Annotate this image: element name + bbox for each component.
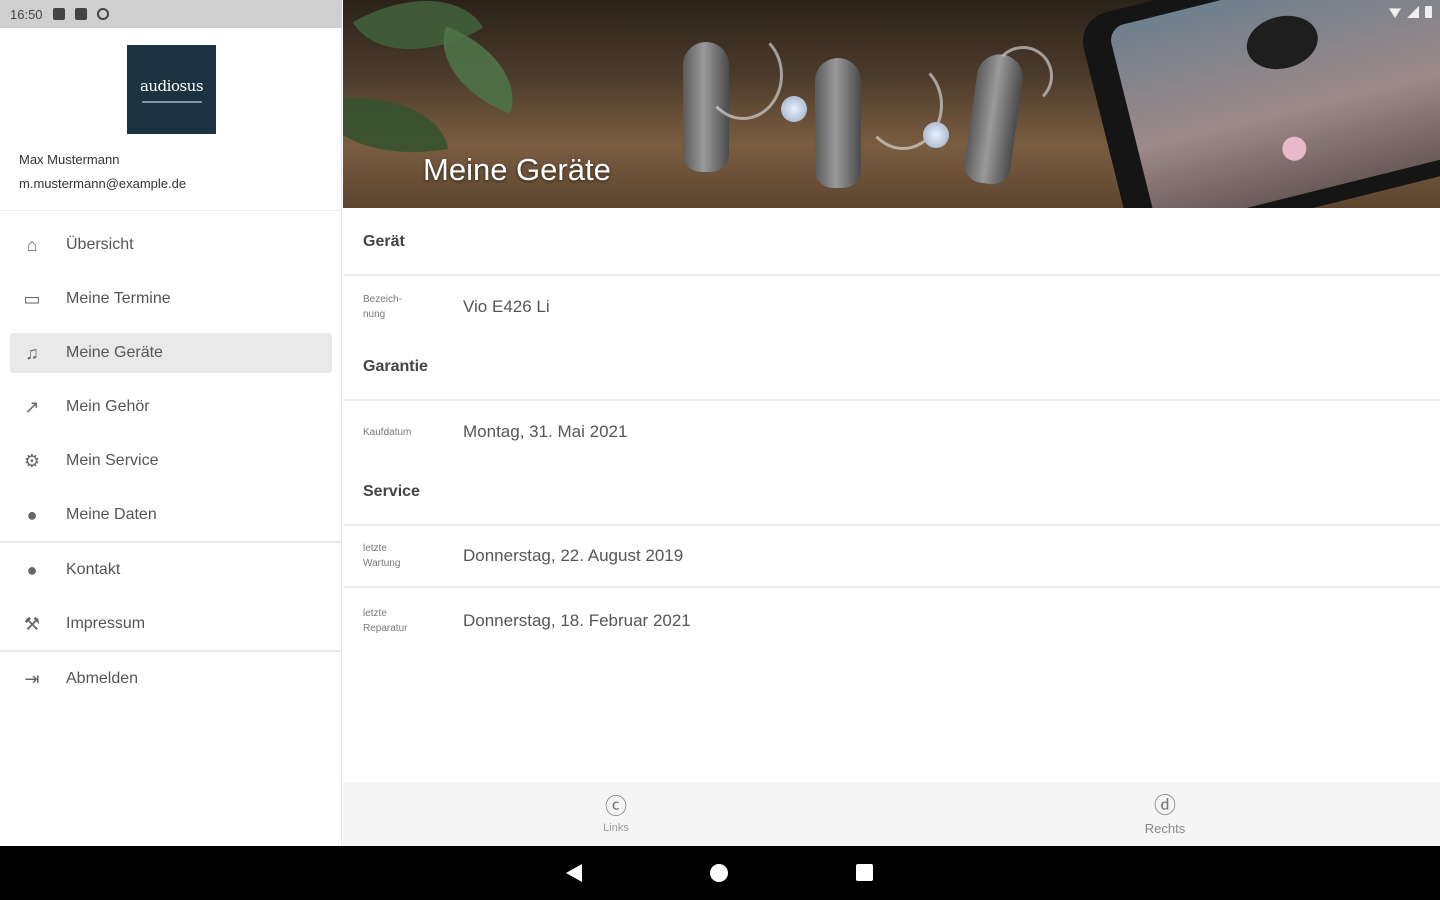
sidebar-item-label: Kontakt xyxy=(66,561,121,578)
calendar-icon: ▭ xyxy=(23,288,41,309)
tab-rechts[interactable]: ⓓ Rechts xyxy=(1085,782,1245,846)
sidebar-item-impressum[interactable]: ⚒ Impressum xyxy=(10,604,332,644)
gears-icon: ⚙ xyxy=(23,450,41,471)
brand-logo-text: audiosus xyxy=(139,76,204,95)
detail-label: letzte Reparatur xyxy=(363,608,408,634)
bottom-tab-bar: ⓒ Links ⓓ Rechts xyxy=(343,782,1440,846)
system-navigation-bar xyxy=(0,846,1440,900)
smartphone-image xyxy=(1076,0,1440,208)
sidebar-item-gehoer[interactable]: ↗ Mein Gehör xyxy=(10,387,332,427)
notification-icon xyxy=(52,8,65,20)
tab-links[interactable]: ⓒ Links xyxy=(536,782,696,846)
sidebar-item-uebersicht[interactable]: ⌂ Übersicht xyxy=(10,225,332,265)
sidebar-item-service[interactable]: ⚙ Mein Service xyxy=(10,441,332,481)
recent-apps-icon[interactable] xyxy=(856,864,873,881)
divider xyxy=(0,210,342,211)
hammer-icon: ⚒ xyxy=(23,613,41,634)
sidebar-item-geraete[interactable]: ♫ Meine Geräte xyxy=(10,333,332,373)
detail-row-letzte-wartung: letzte Wartung Donnerstag, 22. August 20… xyxy=(343,526,1440,588)
detail-value: Vio E426 Li xyxy=(463,297,550,316)
sidebar-item-label: Mein Service xyxy=(66,452,159,469)
hearing-aid-icon: ♫ xyxy=(25,342,39,363)
section-header-geraet: Gerät xyxy=(343,210,1440,276)
hearing-aid-earpiece xyxy=(781,96,807,122)
sidebar-item-label: Meine Geräte xyxy=(66,344,163,361)
user-name: Max Mustermann xyxy=(19,152,120,167)
sidebar-item-label: Impressum xyxy=(66,615,146,632)
detail-row-letzte-reparatur: letzte Reparatur Donnerstag, 18. Februar… xyxy=(343,590,1440,652)
divider xyxy=(0,650,342,652)
smartphone-app-dot xyxy=(1279,134,1309,164)
section-header-service: Service xyxy=(343,460,1440,526)
detail-value: Donnerstag, 22. August 2019 xyxy=(463,546,684,565)
signal-icon xyxy=(1407,6,1419,18)
smartphone-app-button xyxy=(1241,8,1324,77)
detail-value: Montag, 31. Mai 2021 xyxy=(463,422,628,441)
status-bar-left: 16:50 xyxy=(0,0,342,28)
hero-banner: Meine Geräte xyxy=(343,0,1440,208)
sidebar-item-label: Mein Gehör xyxy=(66,398,150,415)
user-email: m.mustermann@example.de xyxy=(19,176,187,191)
brand-logo: audiosus xyxy=(127,45,216,134)
back-icon[interactable] xyxy=(566,864,582,882)
hearing-aid-image xyxy=(815,58,861,188)
sidebar-item-termine[interactable]: ▭ Meine Termine xyxy=(10,279,332,319)
detail-label: letzte Wartung xyxy=(363,543,401,569)
page-title: Meine Geräte xyxy=(423,152,611,187)
wifi-icon xyxy=(1389,8,1401,18)
brand-logo-underline xyxy=(141,100,202,103)
ear-left-icon: ⓒ xyxy=(604,794,627,819)
detail-value: Donnerstag, 18. Februar 2021 xyxy=(463,611,691,630)
navigation-drawer: audiosus Max Mustermann m.mustermann@exa… xyxy=(0,28,342,846)
status-bar-right xyxy=(1389,6,1432,18)
chart-icon: ↗ xyxy=(24,396,40,417)
smartphone-screen xyxy=(1107,0,1440,208)
sidebar-item-label: Meine Termine xyxy=(66,290,171,307)
section-header-garantie: Garantie xyxy=(343,335,1440,401)
hearing-aid-earpiece xyxy=(923,122,949,148)
detail-row-kaufdatum: Kaufdatum Montag, 31. Mai 2021 xyxy=(343,401,1440,463)
hearing-aid-tube xyxy=(993,46,1053,106)
tab-label: Links xyxy=(603,822,629,834)
home-icon: ⌂ xyxy=(26,234,38,255)
battery-icon xyxy=(1425,6,1432,18)
home-button-icon[interactable] xyxy=(710,864,728,882)
detail-label: Bezeich- nung xyxy=(363,294,402,320)
logout-icon: ⇥ xyxy=(24,668,40,689)
chat-icon: ● xyxy=(26,559,38,580)
sidebar-item-label: Meine Daten xyxy=(66,506,157,523)
sidebar-item-label: Abmelden xyxy=(66,670,139,687)
hearing-aid-tube xyxy=(703,30,783,120)
sidebar-item-kontakt[interactable]: ● Kontakt xyxy=(10,550,332,590)
detail-label: Kaufdatum xyxy=(363,426,412,438)
divider xyxy=(0,541,342,543)
sidebar-item-abmelden[interactable]: ⇥ Abmelden xyxy=(10,659,332,699)
detail-row-bezeichnung: Bezeich- nung Vio E426 Li xyxy=(343,276,1440,338)
status-time: 16:50 xyxy=(10,6,43,22)
tab-label: Rechts xyxy=(1144,820,1186,836)
ear-right-icon: ⓓ xyxy=(1153,792,1176,818)
sd-card-icon xyxy=(74,8,87,20)
sidebar-item-label: Übersicht xyxy=(66,236,134,253)
blocked-icon xyxy=(96,8,109,20)
user-icon: ● xyxy=(26,504,38,525)
sidebar-item-daten[interactable]: ● Meine Daten xyxy=(10,495,332,535)
